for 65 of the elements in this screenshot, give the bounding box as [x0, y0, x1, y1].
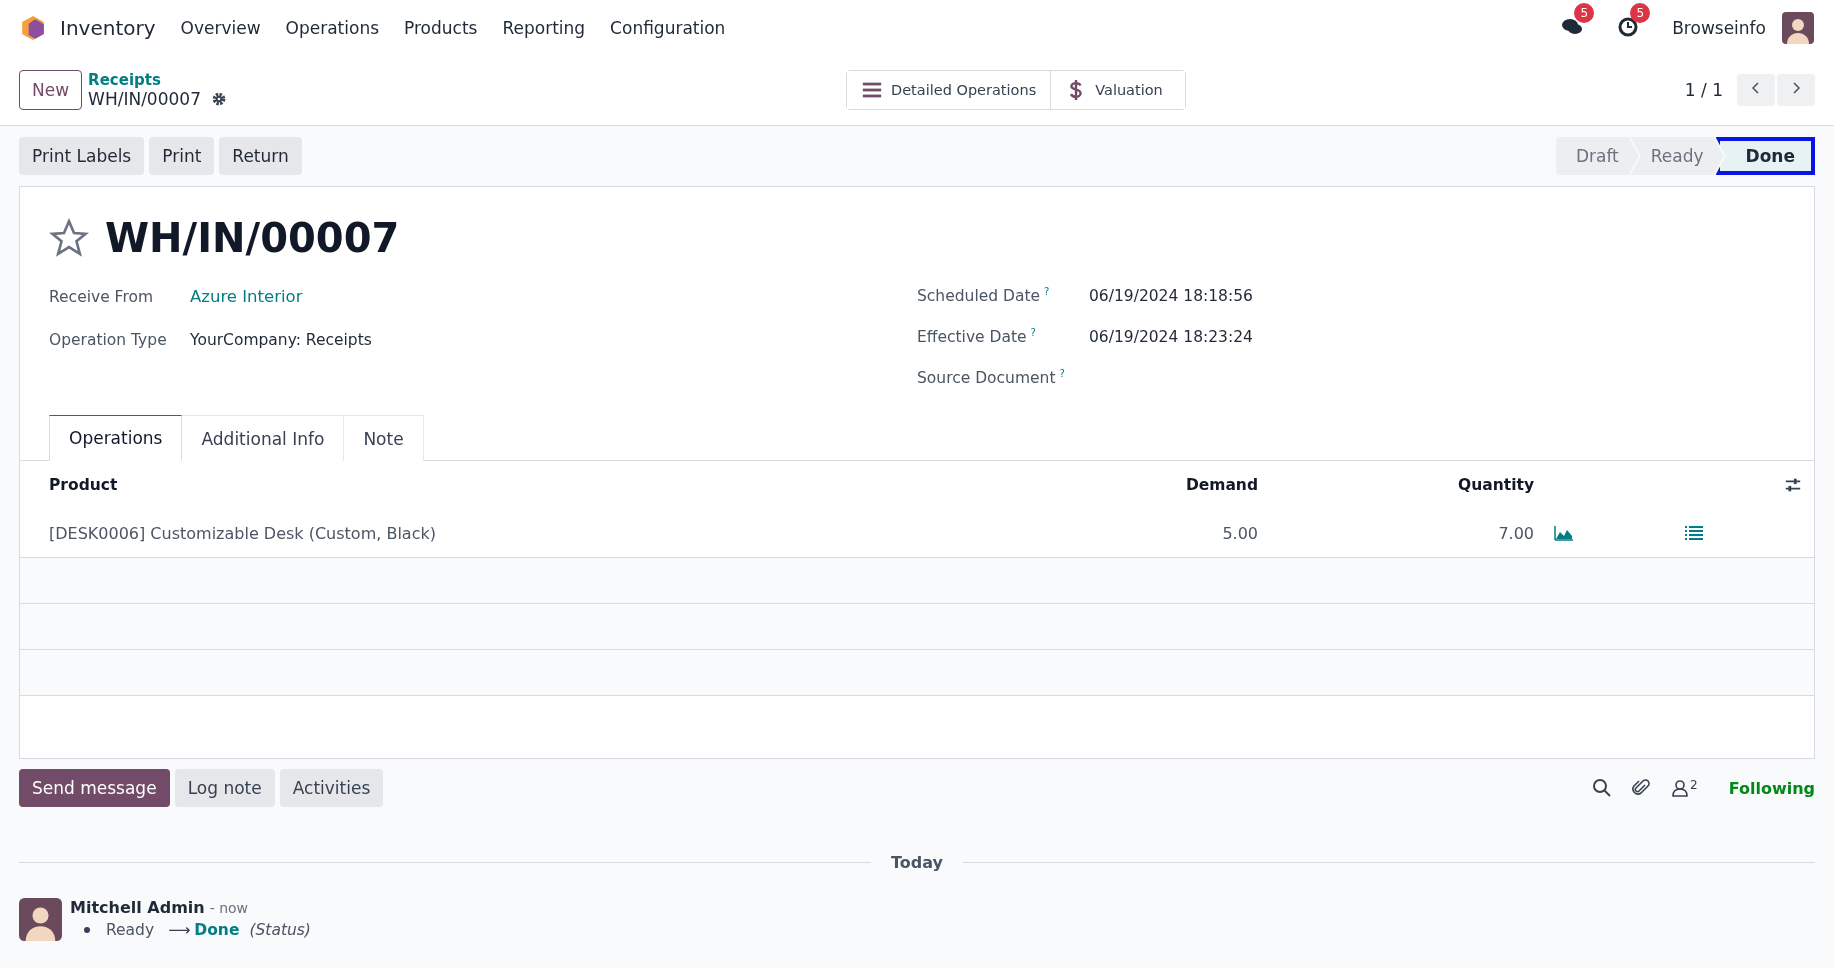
paperclip-icon[interactable] — [1631, 778, 1651, 798]
field-label: Scheduled Date $^{?}$ — [917, 285, 1051, 306]
followers-count: 2 — [1690, 778, 1698, 792]
chatter-button[interactable]: Log note — [174, 769, 275, 807]
record-name: WH/IN/00007 — [88, 88, 201, 110]
field-name: (Status) — [249, 921, 311, 939]
avatar-icon[interactable] — [1782, 11, 1814, 44]
field-value: 06/19/2024 18:23:24 — [1089, 327, 1253, 346]
new-button[interactable]: New — [19, 70, 83, 110]
table-cell-text: 5.00 — [1221, 523, 1258, 543]
field-value: 06/19/2024 18:18:56 — [1089, 286, 1253, 305]
field-value: YourCompany: Receipts — [190, 330, 372, 349]
area-chart-icon[interactable] — [1554, 525, 1574, 541]
field-label: Effective Date $^{?}$ — [917, 326, 1037, 347]
field-label: Operation Type — [49, 330, 168, 349]
action-button[interactable]: Print — [149, 137, 215, 175]
menu-item[interactable]: Products — [404, 17, 478, 38]
column-header[interactable]: Demand — [1078, 476, 1258, 494]
status-stage[interactable]: Done — [1715, 137, 1815, 175]
settings-icon[interactable] — [210, 91, 227, 107]
app-logo-icon[interactable] — [20, 14, 46, 41]
action-button[interactable]: Print Labels — [19, 137, 145, 175]
person-icon[interactable] — [1670, 778, 1690, 798]
bullet-icon — [84, 927, 90, 933]
list-icon[interactable] — [1684, 525, 1704, 541]
field-label: Receive From — [49, 287, 154, 306]
search-icon[interactable] — [1592, 778, 1612, 798]
old-value: Ready — [106, 921, 155, 939]
status-stage[interactable]: Ready — [1630, 137, 1724, 175]
date-separator: Today — [891, 853, 943, 872]
tab[interactable]: Additional Info — [181, 415, 345, 461]
pager-counter: 1 / 1 — [1684, 80, 1723, 100]
smart-button[interactable]: Detailed Operations — [847, 71, 1052, 109]
chatter-button[interactable]: Send message — [19, 769, 170, 807]
status-stage[interactable]: Draft — [1555, 137, 1639, 175]
notification-badge: 5 — [1630, 2, 1651, 23]
new-value: Done — [194, 921, 240, 939]
avatar-icon — [19, 898, 62, 941]
notification-badge: 5 — [1574, 2, 1595, 23]
menu-item[interactable]: Operations — [285, 17, 380, 38]
chevron-right-icon — [1790, 80, 1802, 96]
chatter-button[interactable]: Activities — [279, 769, 384, 807]
field-link[interactable]: Azure Interior — [190, 287, 303, 306]
tab[interactable]: Note — [343, 415, 424, 461]
arrow-icon: ⟶ — [168, 921, 191, 939]
following-button[interactable]: Following — [1728, 778, 1815, 798]
breadcrumb-link[interactable]: Receipts — [88, 70, 227, 89]
column-header[interactable]: Product — [49, 476, 1078, 494]
message-author[interactable]: Mitchell Admin — [70, 898, 205, 917]
table-cell-text: 7.00 — [1497, 523, 1534, 543]
menu-item[interactable]: Reporting — [502, 17, 586, 38]
chevron-left-icon — [1750, 80, 1762, 96]
table-cell-text: [DESK0006] Customizable Desk (Custom, Black) — [49, 523, 437, 543]
message-time: - now — [209, 900, 249, 916]
star-icon[interactable] — [49, 218, 89, 258]
menu-item[interactable]: Configuration — [610, 17, 726, 38]
record-title: WH/IN/00007 — [105, 215, 400, 261]
column-header[interactable]: Quantity — [1258, 476, 1534, 494]
company-name[interactable]: Browseinfo — [1672, 17, 1766, 38]
tab[interactable]: Operations — [49, 415, 183, 461]
menu-item[interactable]: Overview — [180, 17, 261, 38]
sliders-icon[interactable] — [1784, 476, 1802, 494]
app-name[interactable]: Inventory — [60, 15, 156, 40]
field-label: Source Document $^{?}$ — [917, 367, 1066, 388]
action-button[interactable]: Return — [219, 137, 302, 175]
